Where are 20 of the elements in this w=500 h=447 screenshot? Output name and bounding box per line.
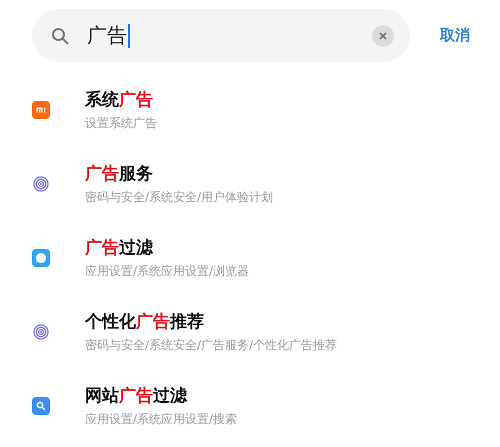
close-icon — [379, 32, 387, 40]
fingerprint-icon — [33, 176, 49, 192]
clear-button[interactable] — [372, 24, 394, 46]
app-logo-icon — [32, 100, 50, 118]
search-icon — [51, 26, 69, 44]
result-path: 密码与安全/系统安全/广告服务/个性化广告推荐 — [85, 336, 338, 354]
search-app-icon — [32, 396, 50, 414]
browser-app-icon — [32, 248, 50, 266]
result-path: 密码与安全/系统安全/用户体验计划 — [85, 188, 274, 206]
result-path: 应用设置/系统应用设置/浏览器 — [85, 262, 250, 280]
search-field[interactable]: 广告 — [32, 9, 410, 62]
result-title[interactable]: 广告过滤 — [85, 236, 250, 258]
result-title[interactable]: 个性化广告推荐 — [85, 310, 338, 332]
cancel-button[interactable]: 取消 — [440, 26, 470, 45]
result-title[interactable]: 广告服务 — [85, 162, 274, 184]
result-title[interactable]: 网站广告过滤 — [85, 384, 238, 406]
result-title[interactable]: 系统广告 — [85, 88, 157, 110]
fingerprint-icon — [33, 324, 49, 340]
result-path: 应用设置/系统应用设置/搜索 — [85, 410, 238, 428]
result-path: 设置系统广告 — [85, 114, 157, 132]
